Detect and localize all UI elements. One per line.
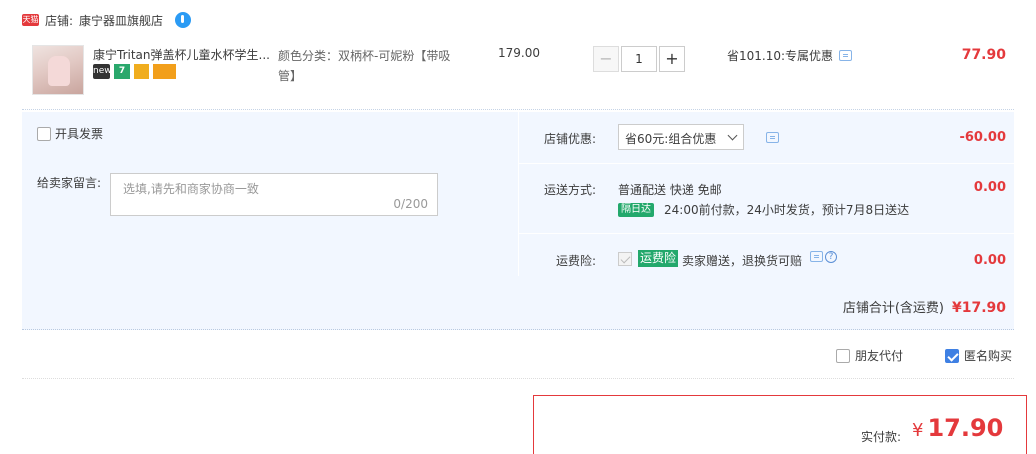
store-discount-label: 店铺优惠: bbox=[543, 132, 596, 146]
pay-amount-value: 17.90 bbox=[927, 414, 1004, 442]
shipping-label: 运送方式: bbox=[543, 183, 596, 197]
store-total: 店铺合计(含运费) ¥17.90 bbox=[843, 297, 1006, 316]
cart-item-row: 康宁Tritan弹盖杯儿童水杯学生... new 7 颜色分类：双柄杯-可妮粉【… bbox=[22, 36, 1014, 110]
insurance-chat-icon[interactable] bbox=[810, 251, 823, 262]
section-divider bbox=[22, 378, 1014, 379]
anonymous-buy-checkbox[interactable] bbox=[945, 348, 959, 363]
product-spec: 颜色分类：双柄杯-可妮粉【带吸管】 bbox=[278, 49, 451, 83]
insurance-text: 卖家赠送，退换货可赔 bbox=[682, 254, 803, 268]
shop-label: 店铺: bbox=[45, 13, 74, 28]
anonymous-buy-label: 匿名购买 bbox=[964, 349, 1013, 363]
seven-day-return-icon: 7 bbox=[114, 64, 130, 79]
store-discount-amount: -60.00 bbox=[959, 130, 1006, 145]
invoice-option[interactable]: 开具发票 bbox=[37, 125, 103, 142]
insurance-amount: 0.00 bbox=[973, 253, 1006, 268]
quantity-stepper: − 1 + bbox=[593, 46, 685, 72]
chevron-down-icon bbox=[727, 130, 738, 141]
payment-summary-box: 实付款: ¥ 17.90 bbox=[533, 395, 1027, 454]
item-subtotal: 77.90 bbox=[961, 47, 1006, 63]
service-badges: new 7 bbox=[93, 64, 176, 79]
friend-pay-checkbox[interactable] bbox=[836, 348, 850, 363]
store-discount-value: 省60元:组合优惠 bbox=[625, 132, 717, 146]
store-discount-select[interactable]: 省60元:组合优惠 bbox=[618, 124, 744, 150]
tmall-logo-icon: 天猫 bbox=[22, 14, 39, 26]
shipping-method: 普通配送 快递 免邮 bbox=[618, 183, 722, 197]
quantity-input[interactable]: 1 bbox=[621, 46, 657, 72]
insurance-checkbox bbox=[618, 252, 632, 266]
order-options-panel: 开具发票 给卖家留言: 选填,请先和商家协商一致 0/200 店铺优惠: 省60… bbox=[22, 112, 1014, 330]
shipping-eta: 隔日达 24:00前付款，24小时发货，预计7月8日送达 bbox=[618, 201, 909, 218]
pay-currency: ¥ bbox=[912, 420, 924, 441]
seller-message-input[interactable]: 选填,请先和商家协商一致 0/200 bbox=[110, 173, 438, 216]
insurance-help: ? bbox=[810, 251, 837, 263]
shop-name-link[interactable]: 康宁器皿旗舰店 bbox=[79, 12, 163, 29]
anonymous-buy-option[interactable]: 匿名购买 bbox=[945, 347, 1012, 364]
shipping-row: 运送方式: 0.00 bbox=[518, 164, 1014, 234]
shop-header: 天猫 店铺: 康宁器皿旗舰店 bbox=[22, 11, 192, 29]
friend-pay-label: 朋友代付 bbox=[855, 349, 904, 363]
quantity-increase-button[interactable]: + bbox=[659, 46, 685, 72]
discount-detail-icon[interactable] bbox=[766, 132, 779, 143]
item-promotion: 省101.10:专属优惠 bbox=[727, 47, 853, 64]
product-title-link[interactable]: 康宁Tritan弹盖杯儿童水杯学生... bbox=[93, 46, 273, 63]
order-summary-block: 店铺优惠: 省60元:组合优惠 -60.00 运送方式: 0.00 普通配送 快… bbox=[518, 112, 1014, 276]
product-thumbnail[interactable] bbox=[32, 45, 84, 95]
new-badge-icon: new bbox=[93, 64, 112, 79]
store-discount-row: 店铺优惠: 省60元:组合优惠 -60.00 bbox=[518, 112, 1014, 162]
pay-label: 实付款: bbox=[861, 430, 902, 444]
promotion-detail-icon[interactable] bbox=[839, 50, 853, 61]
next-day-badge: 隔日达 bbox=[618, 202, 654, 217]
shipping-note: 24:00前付款，24小时发货，预计7月8日送达 bbox=[664, 203, 910, 217]
quantity-decrease-button[interactable]: − bbox=[593, 46, 619, 72]
pay-amount: ¥ 17.90 bbox=[912, 414, 1003, 442]
credit-card-icon bbox=[153, 64, 176, 79]
friend-pay-option[interactable]: 朋友代付 bbox=[836, 347, 903, 364]
row-divider bbox=[518, 233, 1014, 234]
insurance-tag: 运费险 bbox=[638, 250, 679, 267]
seller-message-placeholder: 选填,请先和商家协商一致 bbox=[123, 182, 259, 196]
store-total-label: 店铺合计(含运费) bbox=[842, 301, 944, 316]
insurance-label: 运费险: bbox=[555, 254, 596, 268]
seller-message-counter: 0/200 bbox=[393, 197, 428, 211]
seller-message-label: 给卖家留言: bbox=[37, 176, 102, 190]
store-total-amount: ¥17.90 bbox=[951, 300, 1006, 316]
guarantee-icon bbox=[134, 64, 149, 79]
unit-price: 179.00 bbox=[498, 46, 540, 60]
promotion-text: 省101.10:专属优惠 bbox=[727, 49, 834, 63]
invoice-label: 开具发票 bbox=[55, 127, 104, 141]
invoice-checkbox[interactable] bbox=[37, 126, 51, 141]
help-icon[interactable]: ? bbox=[825, 251, 837, 263]
wangwang-chat-icon[interactable] bbox=[175, 12, 192, 28]
shipping-amount: 0.00 bbox=[973, 180, 1006, 195]
